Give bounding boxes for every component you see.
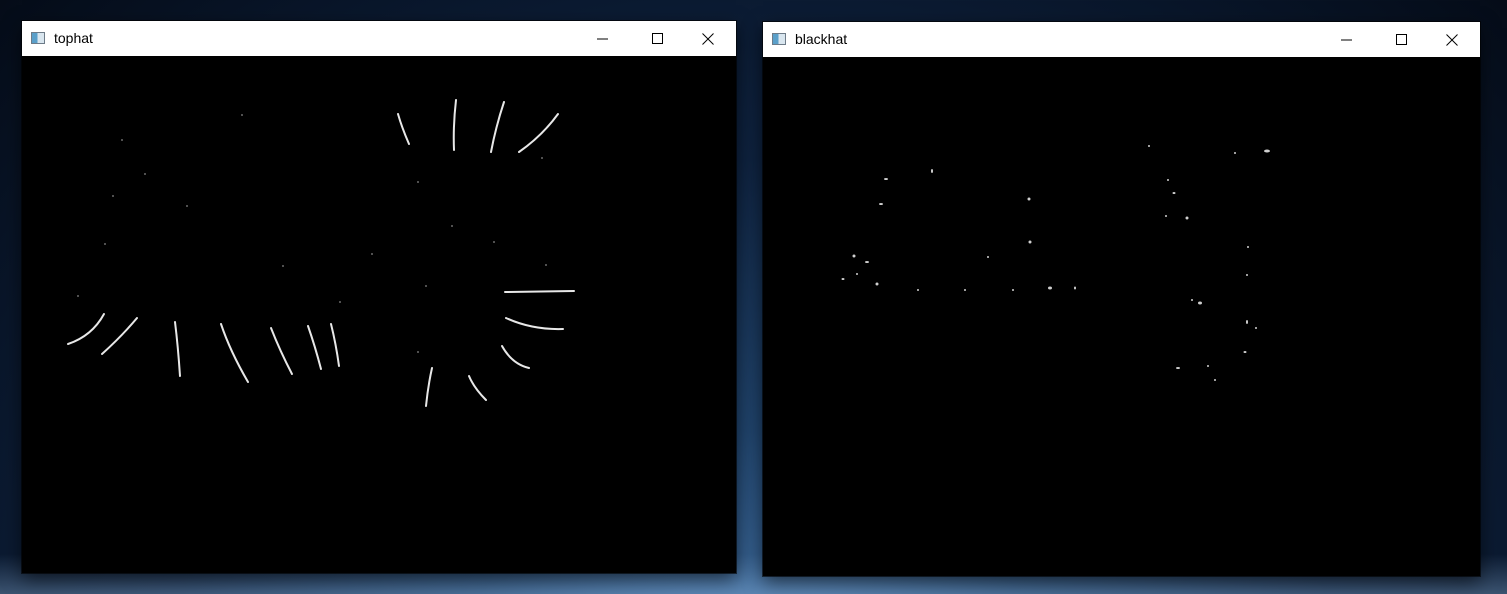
maximize-icon [652, 33, 663, 44]
minimize-icon [1341, 39, 1352, 41]
maximize-button[interactable] [1379, 22, 1425, 57]
maximize-icon [1396, 34, 1407, 45]
close-icon [702, 33, 714, 45]
window-app-icon [772, 33, 786, 45]
close-button[interactable] [1429, 22, 1475, 57]
maximize-button[interactable] [635, 21, 681, 56]
window-title: tophat [54, 30, 93, 46]
blackhat-image-dots [841, 145, 1270, 381]
minimize-icon [597, 38, 608, 40]
tophat-image [22, 56, 736, 573]
minimize-button[interactable] [580, 21, 626, 56]
window-app-icon [31, 32, 45, 44]
window-title: blackhat [795, 31, 848, 47]
close-icon [1446, 34, 1458, 46]
close-button[interactable] [685, 21, 731, 56]
tophat-image-strokes [67, 99, 575, 407]
minimize-button[interactable] [1324, 22, 1370, 57]
window-tophat[interactable]: tophat [22, 21, 736, 573]
window-blackhat[interactable]: blackhat [763, 22, 1480, 576]
titlebar[interactable]: blackhat [763, 22, 1480, 57]
blackhat-image [763, 57, 1480, 576]
titlebar[interactable]: tophat [22, 21, 736, 56]
